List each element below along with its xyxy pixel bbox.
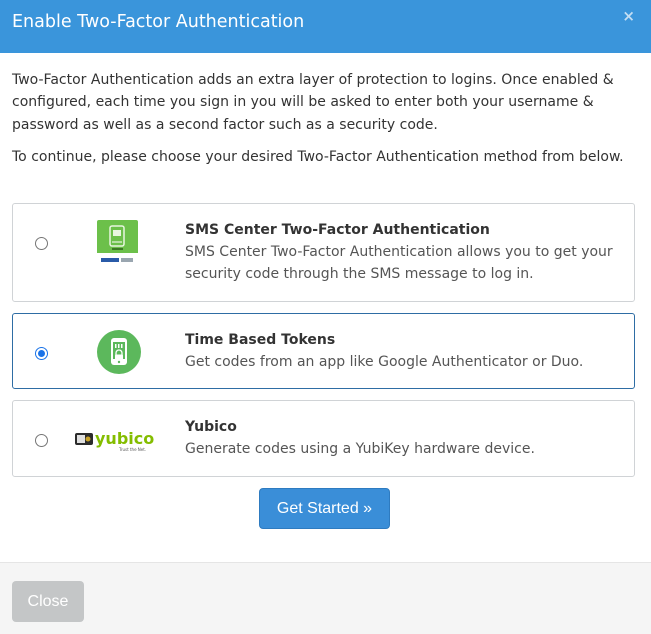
svg-text:Trust the Net.: Trust the Net.: [118, 447, 146, 452]
option-totp-text: Time Based Tokens Get codes from an app …: [185, 329, 620, 373]
instruction-text: To continue, please choose your desired …: [12, 149, 624, 166]
option-description: Get codes from an app like Google Authen…: [185, 354, 584, 370]
option-title: Time Based Tokens: [185, 332, 336, 348]
close-icon[interactable]: ×: [622, 7, 635, 25]
option-yubico[interactable]: yubico Trust the Net. Yubico Generate co…: [12, 400, 635, 477]
modal-header: Enable Two-Factor Authentication ×: [0, 0, 651, 53]
sms-center-logo-icon: [97, 220, 138, 270]
radio-time-based-tokens[interactable]: [35, 347, 48, 360]
yubico-logo-icon: yubico Trust the Net.: [75, 427, 163, 457]
intro-text: Two-Factor Authentication adds an extra …: [12, 72, 614, 133]
option-description: Generate codes using a YubiKey hardware …: [185, 441, 535, 457]
close-button[interactable]: Close: [12, 581, 84, 622]
modal-title: Enable Two-Factor Authentication: [12, 12, 305, 32]
get-started-button[interactable]: Get Started »: [259, 488, 390, 529]
option-sms-center[interactable]: SMS Center Two-Factor Authentication SMS…: [12, 203, 635, 302]
modal-body: Two-Factor Authentication adds an extra …: [0, 53, 651, 169]
option-sms-text: SMS Center Two-Factor Authentication SMS…: [185, 219, 620, 285]
option-title: Yubico: [185, 419, 237, 435]
option-description: SMS Center Two-Factor Authentication all…: [185, 244, 613, 282]
svg-text:yubico: yubico: [95, 429, 154, 448]
radio-yubico[interactable]: [35, 434, 48, 447]
option-title: SMS Center Two-Factor Authentication: [185, 222, 490, 238]
option-yubico-text: Yubico Generate codes using a YubiKey ha…: [185, 416, 620, 460]
modal-footer: Close: [0, 562, 651, 634]
radio-sms-center[interactable]: [35, 237, 48, 250]
option-time-based-tokens[interactable]: Time Based Tokens Get codes from an app …: [12, 313, 635, 389]
two-factor-modal: Enable Two-Factor Authentication × Two-F…: [0, 0, 651, 634]
phone-lock-icon: [97, 330, 141, 378]
